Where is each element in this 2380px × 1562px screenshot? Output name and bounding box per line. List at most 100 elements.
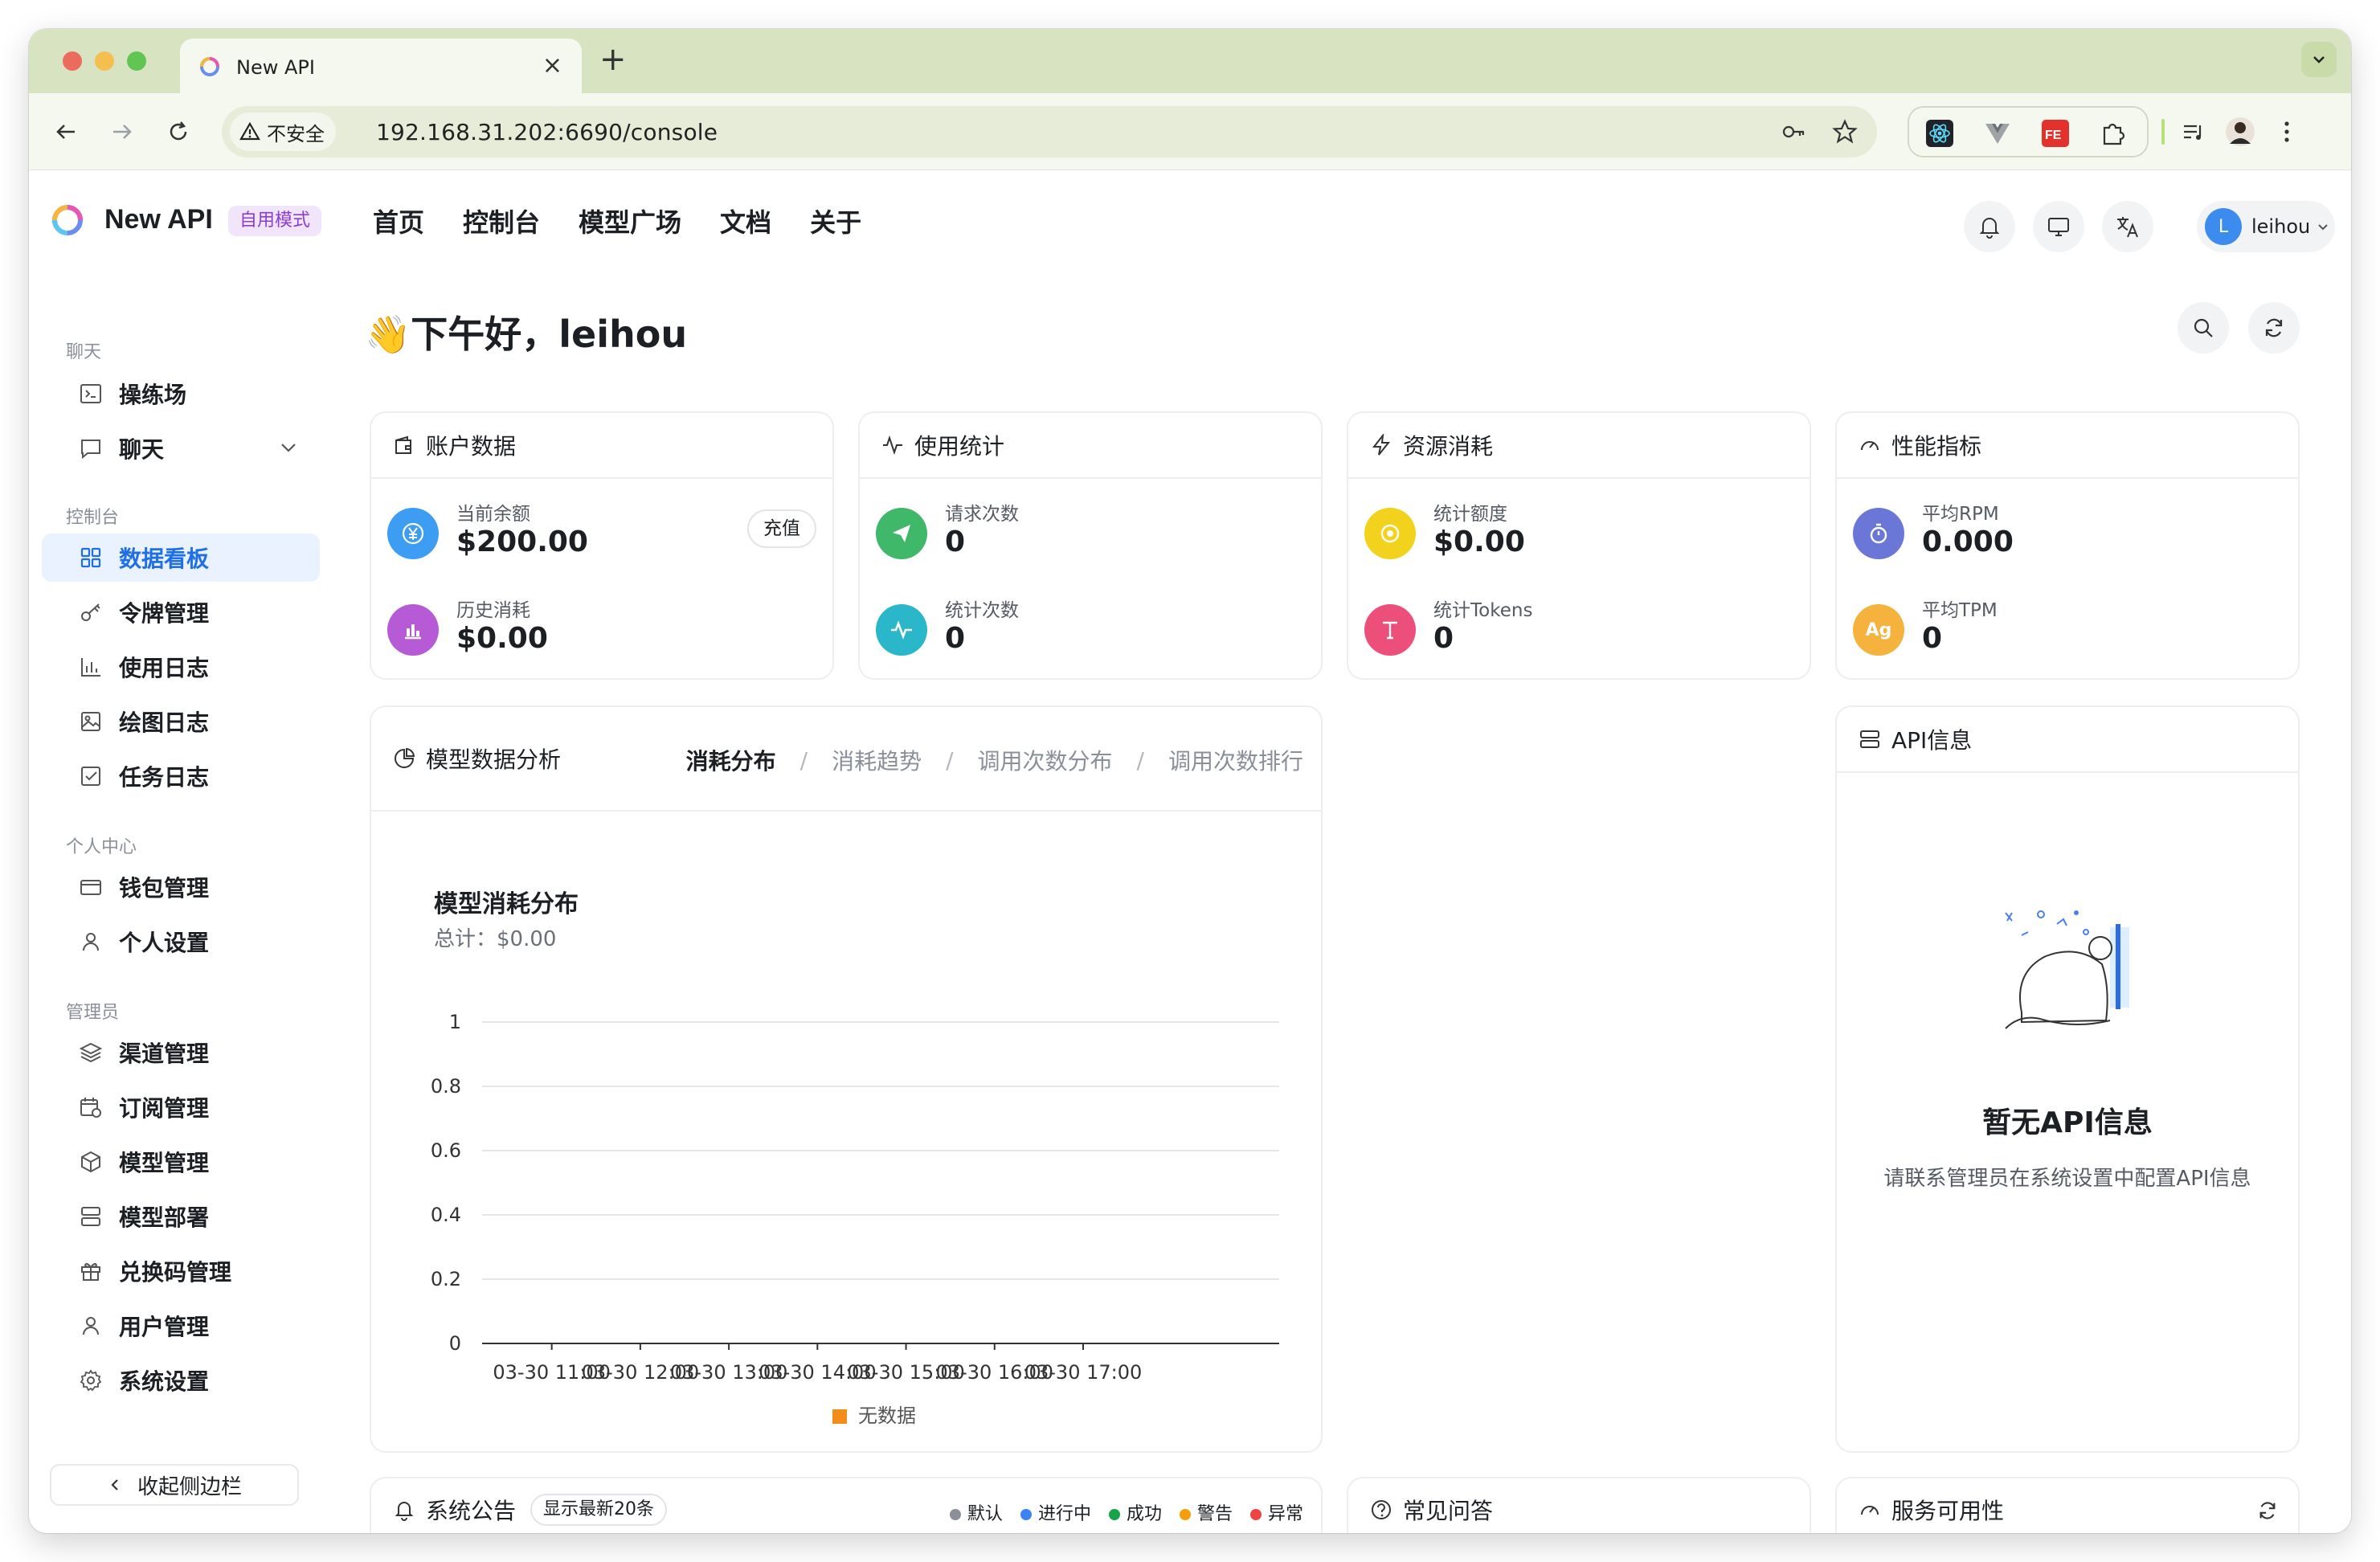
sidebar-group-admin: 管理员 [66,1003,120,1023]
api-info-card: API信息 暂无API信息 请联系管理员在系统设置中配置API信息 [1835,705,2300,1453]
empty-title: 暂无API信息 [1982,1106,2153,1139]
user-menu[interactable]: L leihou [2197,201,2335,252]
tab-close-icon[interactable]: × [542,51,562,80]
sidebar-item-models[interactable]: 模型管理 [42,1138,320,1186]
translate-icon [2117,217,2138,238]
sidebar-item-subscriptions[interactable]: 订阅管理 [42,1083,320,1131]
back-button[interactable] [47,112,85,151]
help-circle-icon [1368,1496,1395,1523]
collapse-sidebar-button[interactable]: 收起侧边栏 [50,1464,299,1506]
pie-chart-icon [391,745,418,772]
browser-window: New API × + 不安全 192.168.31.202:6690/cons… [29,29,2351,1533]
sidebar-item-chat[interactable]: 聊天 [42,424,320,472]
refresh-icon[interactable] [2256,1499,2279,1522]
legend-label: 无数据 [858,1405,916,1427]
vue-devtools-icon[interactable] [1983,119,2012,148]
balance-value: $200.00 [456,525,588,558]
gauge-icon [1856,431,1883,459]
tab-call-distribution[interactable]: 调用次数分布 [978,744,1113,776]
y-tick-label: 0.6 [431,1139,461,1162]
card-header: 账户数据 [371,413,832,479]
text-t-icon [1364,604,1416,656]
sidebar-item-tokens[interactable]: 令牌管理 [42,588,320,636]
quota-label: 统计额度 [1433,504,1507,525]
sidebar-item-personal-settings[interactable]: 个人设置 [42,918,320,966]
tab-call-ranking[interactable]: 调用次数排行 [1168,744,1303,776]
sidebar-item-deployments[interactable]: 模型部署 [42,1192,320,1241]
nav-docs[interactable]: 文档 [720,202,771,239]
fe-helper-icon[interactable]: FE [2041,119,2070,148]
address-bar[interactable]: 不安全 192.168.31.202:6690/console [222,106,1877,157]
card-title: 服务可用性 [1891,1498,2005,1524]
sidebar-item-task-logs[interactable]: 任务日志 [42,752,320,800]
nav-model-plaza[interactable]: 模型广场 [579,202,681,239]
theme-button[interactable] [2033,201,2084,252]
sidebar-item-label: 渠道管理 [119,1041,210,1067]
minimize-window-button[interactable] [95,51,114,71]
nav-console[interactable]: 控制台 [463,202,540,239]
sidebar-item-playground[interactable]: 操练场 [42,370,320,418]
media-controls-icon[interactable] [2178,116,2210,148]
url-text[interactable]: 192.168.31.202:6690/console [376,119,718,145]
tab-consumption-trend[interactable]: 消耗趋势 [832,744,922,776]
language-button[interactable] [2102,201,2153,252]
sidebar-item-dashboard[interactable]: 数据看板 [42,534,320,582]
tab-search-button[interactable] [2301,42,2337,77]
card-title: 使用统计 [914,433,1005,460]
history-label: 历史消耗 [456,600,530,621]
sidebar-item-label: 钱包管理 [119,875,210,902]
password-key-icon[interactable] [1781,119,1806,145]
card-title: 账户数据 [426,433,517,460]
sidebar-item-users[interactable]: 用户管理 [42,1302,320,1350]
extensions-group: FE [1908,106,2149,157]
legend-in-progress: 进行中 [1020,1499,1091,1525]
bell-icon [391,1496,418,1523]
recharge-button[interactable]: 充值 [747,509,816,548]
refresh-button[interactable] [2248,302,2300,354]
search-button[interactable] [2178,302,2229,354]
sidebar-item-system-settings[interactable]: 系统设置 [42,1356,320,1405]
browser-tab[interactable]: New API × [180,39,582,93]
card-title: 模型数据分析 [426,746,562,773]
gift-icon [77,1257,104,1285]
key-icon [77,599,104,626]
tpm-value: 0 [1922,622,1943,655]
sidebar-item-redeem-codes[interactable]: 兑换码管理 [42,1247,320,1295]
balance-label: 当前余额 [456,504,530,525]
send-icon [876,508,927,559]
greeting-title: 👋下午好，leihou [365,313,688,356]
extensions-puzzle-icon[interactable] [2099,119,2128,148]
tab-title: New API [236,56,315,79]
close-window-button[interactable] [63,51,82,71]
profile-avatar-icon[interactable] [2224,116,2256,148]
notification-button[interactable] [1964,201,2015,252]
maximize-window-button[interactable] [127,51,146,71]
chevron-down-icon[interactable] [278,437,299,458]
refresh-icon [2265,318,2283,337]
tab-separator: / [946,746,954,774]
sidebar-item-label: 模型部署 [119,1204,210,1231]
tab-consumption-distribution[interactable]: 消耗分布 [686,744,776,776]
tab-separator: / [799,746,808,774]
security-indicator[interactable]: 不安全 [230,112,336,151]
forward-button[interactable] [103,112,141,151]
new-api-logo-icon[interactable] [50,202,85,238]
app-root: New API 自用模式 首页 控制台 模型广场 文档 关于 L leihou [29,170,2351,1533]
new-tab-icon[interactable]: + [599,43,627,76]
analysis-tabs: 消耗分布 / 消耗趋势 / 调用次数分布 / 调用次数排行 [686,744,1303,776]
browser-menu-icon[interactable] [2271,116,2303,148]
sidebar-item-drawing-logs[interactable]: 绘图日志 [42,697,320,746]
nav-about[interactable]: 关于 [810,202,861,239]
sidebar-item-label: 数据看板 [119,546,210,572]
brand-name[interactable]: New API [104,204,213,235]
sidebar-item-wallet[interactable]: 钱包管理 [42,863,320,911]
nav-home[interactable]: 首页 [373,202,424,239]
sidebar-item-usage-logs[interactable]: 使用日志 [42,643,320,691]
new-api-favicon-icon [200,57,219,76]
reload-button[interactable] [159,112,198,151]
server-icon [1856,726,1883,753]
sidebar-item-channels[interactable]: 渠道管理 [42,1028,320,1077]
react-devtools-icon[interactable] [1925,119,1954,148]
top-nav: 首页 控制台 模型广场 文档 关于 [373,202,861,239]
bookmark-star-icon[interactable] [1832,119,1858,145]
